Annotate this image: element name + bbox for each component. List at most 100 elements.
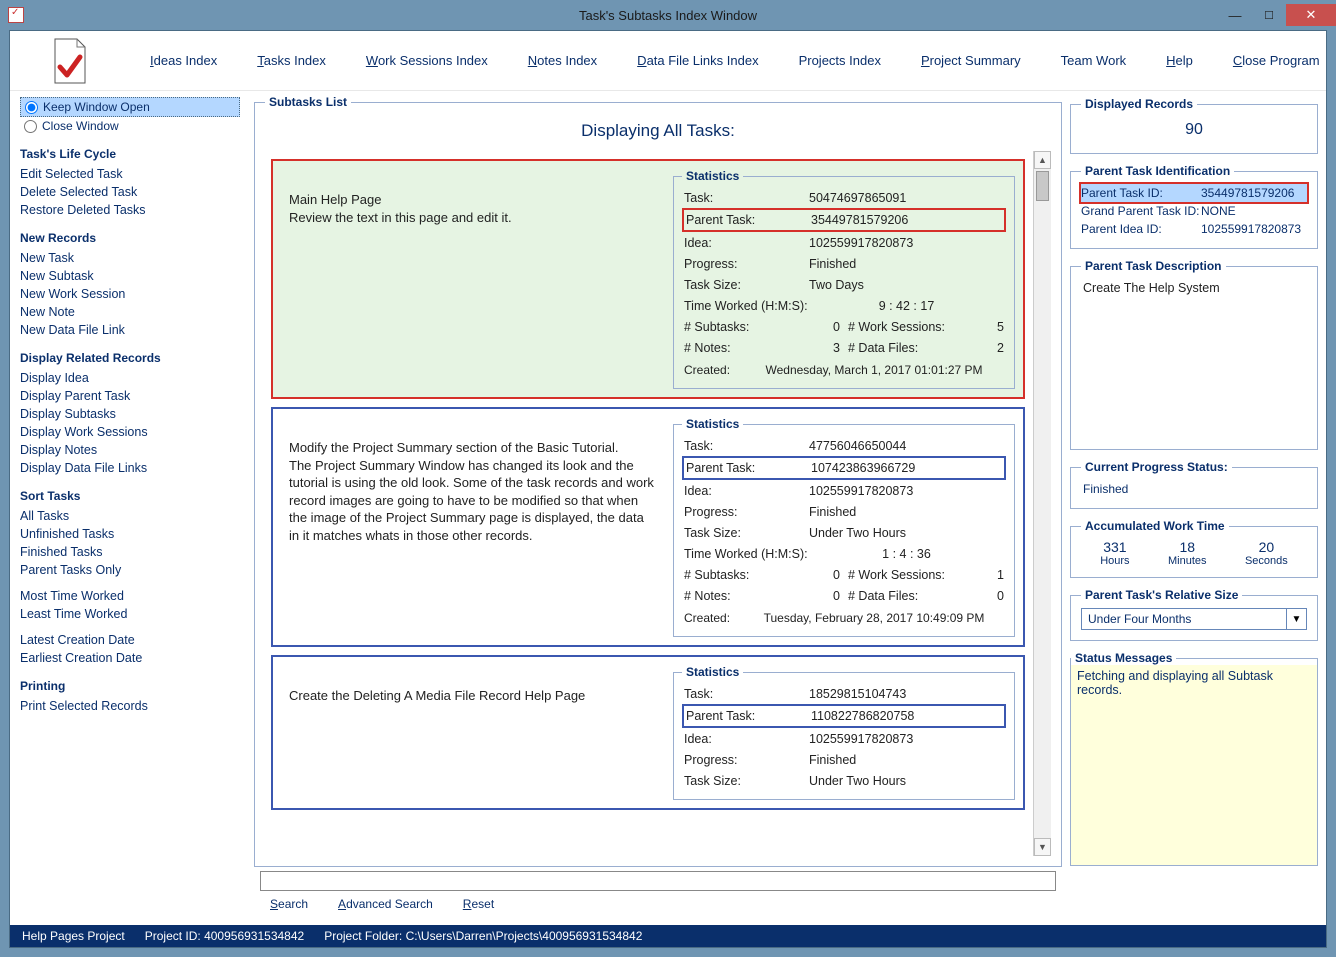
relative-size-combo[interactable]: Under Four Months ▼: [1081, 608, 1307, 630]
scroll-thumb[interactable]: [1036, 171, 1049, 201]
menu-projects-index[interactable]: Projects Index: [799, 53, 881, 68]
subtasks-list-fieldset: Subtasks List Displaying All Tasks: Main…: [254, 95, 1062, 867]
status-messages-text: Fetching and displaying all Subtask reco…: [1071, 665, 1317, 865]
subtasks-list-legend: Subtasks List: [265, 95, 351, 109]
menu-tasks-index[interactable]: Tasks Index: [257, 53, 326, 68]
status-project-folder: Project Folder: C:\Users\Darren\Projects…: [324, 929, 642, 943]
parent-task-id-value: 35449781579206: [1201, 186, 1307, 200]
app-icon: [8, 7, 24, 23]
scroll-up-button[interactable]: ▲: [1034, 151, 1051, 169]
scroll-down-button[interactable]: ▼: [1034, 838, 1051, 856]
displayed-records-fieldset: Displayed Records 90: [1070, 97, 1318, 154]
link-display-parent-task[interactable]: Display Parent Task: [20, 387, 240, 405]
task-description: Main Help PageReview the text in this pa…: [273, 161, 673, 397]
link-sort-latest-date[interactable]: Latest Creation Date: [20, 631, 240, 649]
status-project-name: Help Pages Project: [22, 929, 125, 943]
title-bar: Task's Subtasks Index Window — ☐ ✕: [0, 0, 1336, 30]
link-sort-least-time[interactable]: Least Time Worked: [20, 605, 240, 623]
link-sort-all-tasks[interactable]: All Tasks: [20, 507, 240, 525]
work-minutes-unit: Minutes: [1168, 555, 1207, 567]
parent-idea-id-value: 102559917820873: [1201, 222, 1307, 236]
accumulated-work-time-legend: Accumulated Work Time: [1081, 519, 1229, 533]
link-sort-parent-only[interactable]: Parent Tasks Only: [20, 561, 240, 579]
task-card[interactable]: Main Help PageReview the text in this pa…: [271, 159, 1025, 399]
task-statistics: Statistics Task:50474697865091 Parent Ta…: [673, 161, 1023, 397]
link-sort-finished[interactable]: Finished Tasks: [20, 543, 240, 561]
right-panel: Displayed Records 90 Parent Task Identif…: [1066, 91, 1326, 925]
maximize-button[interactable]: ☐: [1252, 4, 1286, 26]
menu-ideas-index[interactable]: Ideas Index: [150, 53, 217, 68]
status-project-id: Project ID: 400956931534842: [145, 929, 304, 943]
link-restore-deleted-tasks[interactable]: Restore Deleted Tasks: [20, 201, 240, 219]
status-messages-legend: Status Messages: [1071, 651, 1176, 665]
menu-team-work[interactable]: Team Work: [1061, 53, 1127, 68]
parent-task-identification-legend: Parent Task Identification: [1081, 164, 1234, 178]
radio-close-window-input[interactable]: [24, 120, 37, 133]
sidebar-head-display-related: Display Related Records: [20, 351, 240, 365]
close-button[interactable]: ✕: [1286, 4, 1336, 26]
parent-idea-id-row: Parent Idea ID: 102559917820873: [1081, 220, 1307, 238]
work-minutes-value: 18: [1168, 539, 1207, 555]
menu-project-summary[interactable]: Project Summary: [921, 53, 1021, 68]
menu-notes-index[interactable]: Notes Index: [528, 53, 597, 68]
task-statistics: Statistics Task:18529815104743 Parent Ta…: [673, 657, 1023, 808]
grandparent-task-id-value: NONE: [1201, 204, 1307, 218]
radio-keep-open-input[interactable]: [25, 101, 38, 114]
work-hours-unit: Hours: [1100, 555, 1129, 567]
displayed-records-count: 90: [1081, 117, 1307, 143]
link-display-idea[interactable]: Display Idea: [20, 369, 240, 387]
link-display-subtasks[interactable]: Display Subtasks: [20, 405, 240, 423]
parent-task-description-text: Create The Help System: [1081, 279, 1307, 439]
link-delete-selected-task[interactable]: Delete Selected Task: [20, 183, 240, 201]
chevron-down-icon[interactable]: ▼: [1286, 609, 1306, 629]
link-edit-selected-task[interactable]: Edit Selected Task: [20, 165, 240, 183]
link-new-note[interactable]: New Note: [20, 303, 240, 321]
link-new-subtask[interactable]: New Subtask: [20, 267, 240, 285]
link-sort-most-time[interactable]: Most Time Worked: [20, 587, 240, 605]
task-statistics: Statistics Task:47756046650044 Parent Ta…: [673, 409, 1023, 645]
link-sort-unfinished[interactable]: Unfinished Tasks: [20, 525, 240, 543]
link-display-work-sessions[interactable]: Display Work Sessions: [20, 423, 240, 441]
menu-data-file-links-index[interactable]: Data File Links Index: [637, 53, 758, 68]
accumulated-work-time-fieldset: Accumulated Work Time 331Hours 18Minutes…: [1070, 519, 1318, 578]
sidebar-head-printing: Printing: [20, 679, 240, 693]
displayed-records-legend: Displayed Records: [1081, 97, 1197, 111]
sidebar-head-life-cycle: Task's Life Cycle: [20, 147, 240, 161]
task-card[interactable]: Create the Deleting A Media File Record …: [271, 655, 1025, 810]
status-bar: Help Pages Project Project ID: 400956931…: [10, 925, 1326, 947]
progress-status-legend: Current Progress Status:: [1081, 460, 1232, 474]
reset-link[interactable]: Reset: [463, 897, 494, 911]
window-title: Task's Subtasks Index Window: [579, 8, 757, 23]
menu-close-program[interactable]: Close Program: [1233, 53, 1320, 68]
menu-work-sessions-index[interactable]: Work Sessions Index: [366, 53, 488, 68]
link-print-selected[interactable]: Print Selected Records: [20, 697, 240, 715]
parent-task-description-fieldset: Parent Task Description Create The Help …: [1070, 259, 1318, 450]
link-sort-earliest-date[interactable]: Earliest Creation Date: [20, 649, 240, 667]
window-controls: — ☐ ✕: [1218, 4, 1336, 26]
work-seconds-value: 20: [1245, 539, 1288, 555]
search-link[interactable]: Search: [270, 897, 308, 911]
link-new-data-file-link[interactable]: New Data File Link: [20, 321, 240, 339]
link-new-task[interactable]: New Task: [20, 249, 240, 267]
vertical-scrollbar[interactable]: ▲ ▼: [1033, 151, 1051, 856]
menu-help[interactable]: Help: [1166, 53, 1193, 68]
statistics-legend: Statistics: [682, 417, 743, 431]
task-description: Create the Deleting A Media File Record …: [273, 657, 673, 808]
search-input[interactable]: [260, 871, 1056, 891]
link-new-work-session[interactable]: New Work Session: [20, 285, 240, 303]
radio-close-window[interactable]: Close Window: [20, 117, 240, 135]
link-display-data-file-links[interactable]: Display Data File Links: [20, 459, 240, 477]
statistics-legend: Statistics: [682, 665, 743, 679]
progress-status-fieldset: Current Progress Status: Finished: [1070, 460, 1318, 509]
link-display-notes[interactable]: Display Notes: [20, 441, 240, 459]
advanced-search-link[interactable]: Advanced Search: [338, 897, 433, 911]
minimize-button[interactable]: —: [1218, 4, 1252, 26]
app-logo-icon: [50, 37, 90, 85]
radio-keep-window-open[interactable]: Keep Window Open: [20, 97, 240, 117]
search-area: Search Advanced Search Reset: [260, 871, 1056, 917]
task-card[interactable]: Modify the Project Summary section of th…: [271, 407, 1025, 647]
grandparent-task-id-label: Grand Parent Task ID:: [1081, 204, 1201, 218]
menu-bar: Ideas Index Tasks Index Work Sessions In…: [10, 31, 1326, 91]
parent-task-identification-fieldset: Parent Task Identification Parent Task I…: [1070, 164, 1318, 249]
radio-close-window-label: Close Window: [42, 119, 119, 133]
